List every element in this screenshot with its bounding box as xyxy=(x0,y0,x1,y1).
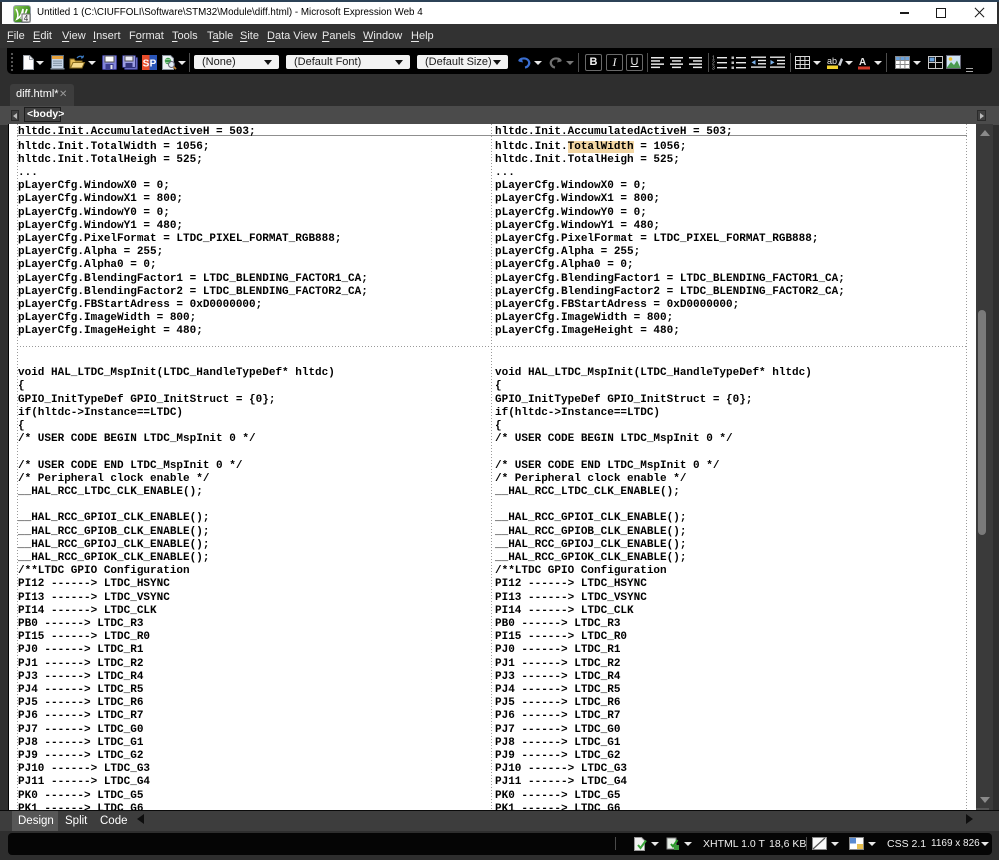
svg-text:3: 3 xyxy=(712,66,715,71)
svg-text:4: 4 xyxy=(24,14,29,23)
svg-text:A: A xyxy=(859,57,866,68)
svg-text:S: S xyxy=(143,59,150,70)
svg-text:P: P xyxy=(150,59,157,70)
svg-text:ab: ab xyxy=(827,56,837,66)
